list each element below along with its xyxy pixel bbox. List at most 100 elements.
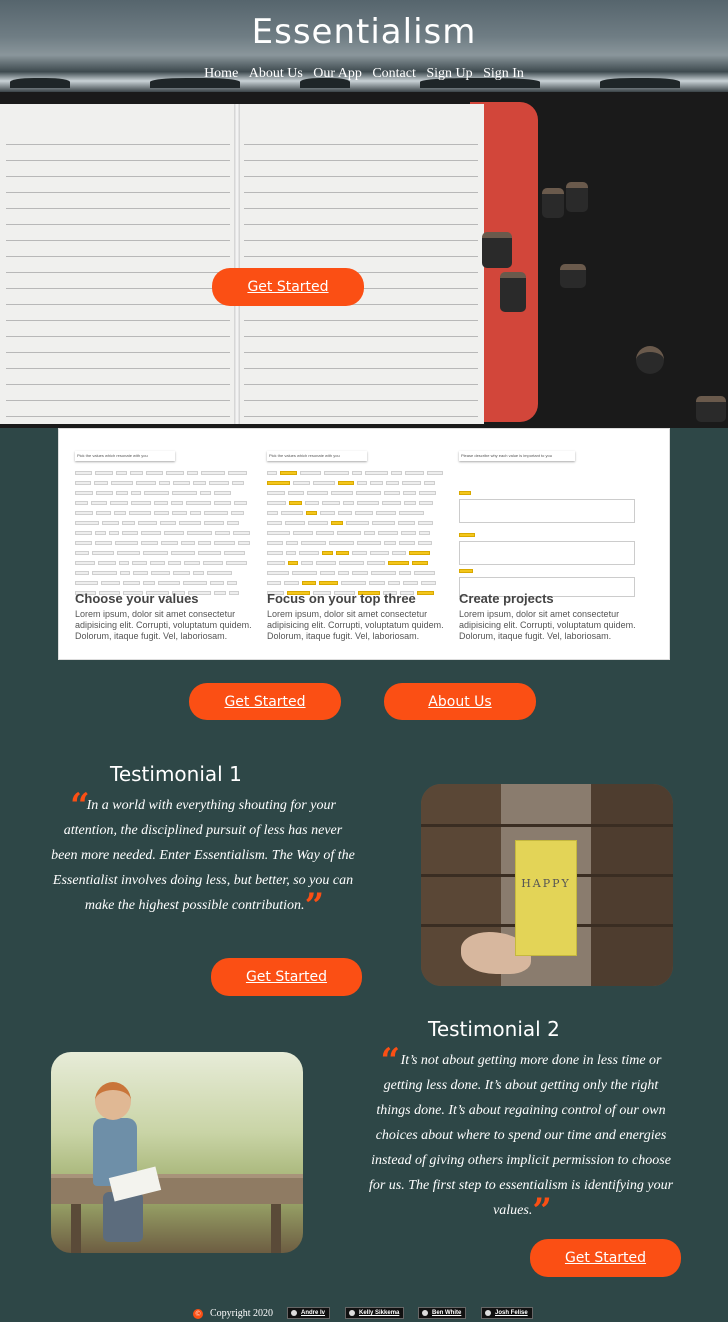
feature-body: Lorem ipsum, dolor sit amet consectetur … [267, 609, 444, 641]
value-tag [288, 491, 304, 495]
nav-about-us[interactable]: About Us [249, 66, 303, 81]
get-started-button[interactable]: Get Started [189, 683, 341, 720]
about-us-button[interactable]: About Us [384, 683, 536, 720]
bench-leg [71, 1204, 81, 1253]
value-tag [150, 561, 165, 565]
ruled-line [244, 400, 478, 401]
value-tag [95, 531, 106, 535]
value-tag [171, 551, 195, 555]
value-tag [75, 481, 91, 485]
ruled-line [244, 352, 478, 353]
value-tag [293, 481, 310, 485]
feature-title: Create projects [459, 591, 554, 606]
value-tag [392, 551, 406, 555]
feature-choose-values: Pick the values which resonate with you … [59, 429, 255, 659]
value-tag [267, 481, 290, 485]
value-tag [403, 581, 418, 585]
testimonial-2-get-started-button[interactable]: Get Started [530, 1239, 681, 1277]
value-tag [132, 561, 147, 565]
nav-sign-up[interactable]: Sign Up [426, 66, 472, 81]
value-tag [109, 531, 119, 535]
value-tag [122, 531, 138, 535]
author-credit-link[interactable]: Ben White [418, 1307, 467, 1319]
child [103, 1192, 143, 1242]
testimonial-1-photo: HAPPY [421, 784, 673, 986]
nav-sign-in[interactable]: Sign In [483, 66, 524, 81]
value-tag [116, 491, 128, 495]
value-tag [75, 511, 93, 515]
ruled-line [6, 304, 230, 305]
value-tag [172, 491, 197, 495]
testimonial-1-quote: “In a world with everything shouting for… [50, 789, 356, 923]
ruled-line [6, 240, 230, 241]
value-tag [226, 561, 247, 565]
author-name: Josh Felise [495, 1310, 528, 1316]
ruled-line [244, 256, 478, 257]
value-tag [409, 551, 430, 555]
author-credit-link[interactable]: Kelly Sikkema [345, 1307, 405, 1319]
value-tag [122, 521, 135, 525]
author-credit-link[interactable]: Andre Iv [287, 1307, 331, 1319]
value-tag [173, 571, 190, 575]
child [95, 1082, 131, 1120]
value-tag [75, 541, 92, 545]
notebook-page-right [238, 104, 484, 424]
value-tag [75, 581, 98, 585]
author-credit-link[interactable]: Josh Felise [481, 1307, 533, 1319]
nav-contact[interactable]: Contact [372, 66, 416, 81]
ruled-line [6, 256, 230, 257]
value-tag [210, 581, 224, 585]
value-tag [267, 531, 290, 535]
copyright-icon: © [193, 1309, 203, 1319]
value-tag [267, 471, 277, 475]
testimonial-1-get-started-button[interactable]: Get Started [211, 958, 362, 996]
value-tag [187, 531, 212, 535]
value-tag [96, 511, 111, 515]
bottle-decoration [636, 346, 664, 374]
value-tag [301, 561, 313, 565]
value-tag [116, 471, 127, 475]
value-tag [369, 581, 385, 585]
value-tag [229, 591, 239, 595]
ruled-line [6, 144, 230, 145]
value-tag [299, 551, 319, 555]
value-tag [378, 531, 398, 535]
nav-home[interactable]: Home [204, 66, 238, 81]
value-tag [233, 531, 250, 535]
value-tag [404, 501, 416, 505]
value-tag [388, 561, 409, 565]
hero-get-started-button[interactable]: Get Started [212, 268, 364, 306]
author-name: Andre Iv [301, 1310, 326, 1316]
ruled-line [6, 320, 230, 321]
value-tag [138, 521, 157, 525]
ruled-line [244, 208, 478, 209]
nav-our-app[interactable]: Our App [313, 66, 362, 81]
value-tag [382, 501, 401, 505]
value-tag [143, 581, 155, 585]
value-tag [214, 501, 231, 505]
value-tag [402, 481, 421, 485]
value-tag [144, 491, 169, 495]
value-tag [306, 511, 317, 515]
bottle-decoration [696, 396, 726, 422]
value-tag [412, 561, 428, 565]
value-tag [267, 571, 289, 575]
value-tag [201, 471, 225, 475]
feature-title: Choose your values [75, 591, 199, 606]
value-tag [322, 551, 333, 555]
value-tag [187, 471, 198, 475]
value-tag [288, 561, 298, 565]
value-tag [357, 501, 379, 505]
ruled-line [6, 224, 230, 225]
value-tag [95, 471, 113, 475]
value-tag [403, 491, 416, 495]
features-panel: Pick the values which resonate with you … [58, 428, 670, 660]
value-tag [131, 491, 141, 495]
value-tag [419, 501, 433, 505]
github-icon [422, 1310, 428, 1316]
value-tag [337, 531, 361, 535]
value-tag [101, 581, 120, 585]
site-footer: © Copyright 2020 Andre Iv Kelly Sikkema … [0, 1300, 728, 1322]
ruled-line [244, 240, 478, 241]
app-screenshot: Please describe why each value is import… [459, 451, 635, 601]
